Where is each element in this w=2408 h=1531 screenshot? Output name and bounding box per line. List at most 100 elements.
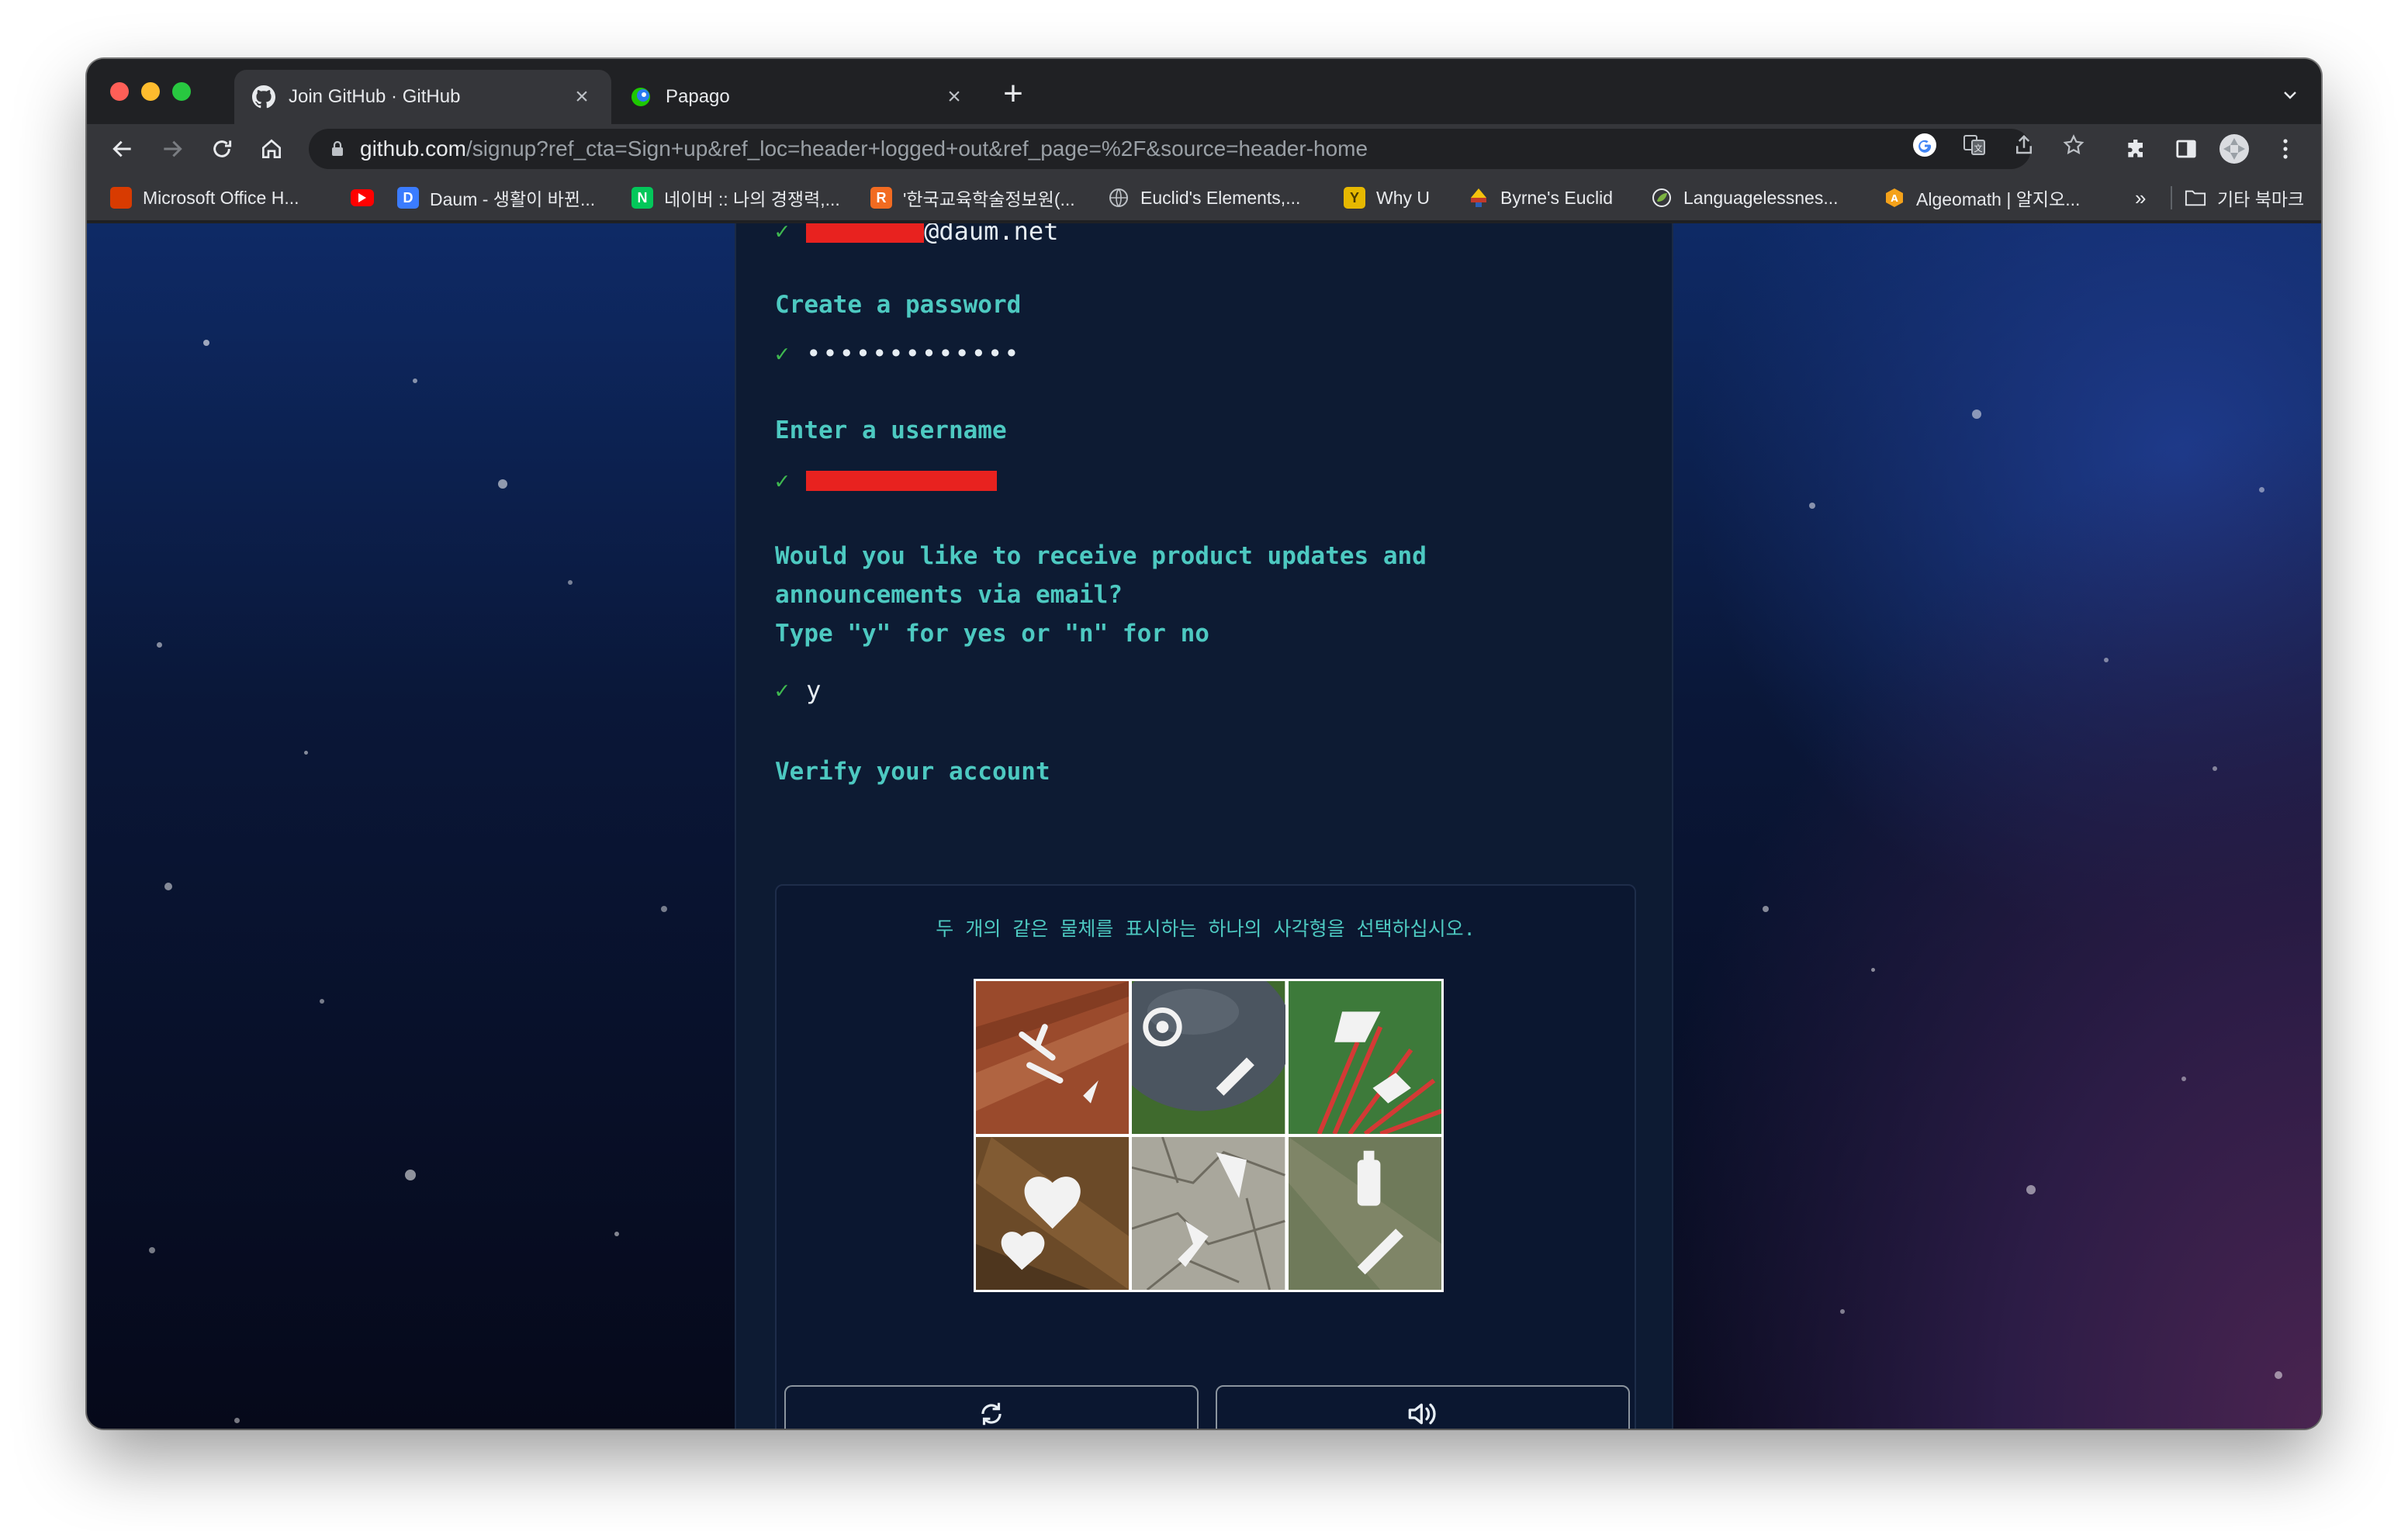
svg-text:A: A [1891, 193, 1898, 204]
captcha-cell-5[interactable] [1132, 1137, 1285, 1290]
check-icon: ✓ [775, 340, 790, 368]
address-bar[interactable]: github.com/signup?ref_cta=Sign+up&ref_lo… [309, 129, 2031, 169]
bookmark-microsoft-office[interactable]: Microsoft Office H... [110, 185, 299, 211]
home-button[interactable] [256, 133, 287, 164]
papago-icon [628, 85, 653, 109]
bookmark-byrnes-euclid[interactable]: Byrne's Euclid [1468, 185, 1613, 211]
bookmark-label: Languagelessnes... [1683, 187, 1839, 208]
minimize-window-button[interactable] [141, 82, 160, 101]
byrne-icon [1468, 187, 1489, 209]
bookmark-languagelessness[interactable]: Languagelessnes... [1651, 185, 1839, 211]
redacted-block [806, 471, 998, 491]
captcha-widget: 두 개의 같은 물체를 표시하는 하나의 사각형을 선택하십시오. [775, 884, 1636, 1429]
captcha-cell-1[interactable] [976, 981, 1130, 1134]
star-dot [2181, 1077, 2186, 1081]
globe-icon [1108, 187, 1130, 209]
zoom-window-button[interactable] [172, 82, 191, 101]
updates-label-line-1: Would you like to receive product update… [775, 542, 1427, 570]
star-dot [2026, 1185, 2036, 1194]
bookmark-star-icon[interactable] [2060, 132, 2087, 158]
verify-label: Verify your account [775, 758, 1050, 786]
updates-label-line-2: announcements via email? [775, 581, 1123, 609]
github-icon [251, 85, 276, 109]
captcha-cell-2[interactable] [1132, 981, 1285, 1134]
refresh-icon [977, 1399, 1006, 1429]
star-dot [2259, 487, 2264, 492]
menu-kebab-icon[interactable] [2270, 133, 2301, 164]
tab-bar: Join GitHub · GitHub × Papago × + [87, 59, 2321, 124]
extensions-puzzle-icon[interactable] [2121, 133, 2152, 164]
page-content: ✓ @daum.net Create a password ✓ ••••••••… [87, 223, 2321, 1429]
bookmark-youtube[interactable] [351, 185, 385, 211]
star-dot [304, 751, 308, 755]
bookmark-label: Algeomath | 알지오... [1916, 189, 2081, 209]
star-dot [234, 1418, 240, 1423]
bookmark-riss[interactable]: R '한국교육학술정보원(... [870, 185, 1075, 211]
bookmark-why-u[interactable]: Y Why U [1344, 185, 1430, 211]
leaf-icon [1651, 187, 1673, 209]
close-tab-icon[interactable]: × [942, 84, 967, 110]
youtube-icon [351, 189, 374, 206]
tab-title: Join GitHub · GitHub [289, 86, 461, 107]
signup-panel: ✓ @daum.net Create a password ✓ ••••••••… [735, 223, 1673, 1429]
bookmark-naver[interactable]: N 네이버 :: 나의 경쟁력,... [631, 185, 840, 211]
star-dot [661, 906, 667, 912]
other-bookmarks-folder[interactable]: 기타 북마크 [2185, 185, 2304, 211]
forward-button[interactable] [157, 133, 188, 164]
star-dot [2275, 1371, 2282, 1379]
bookmark-label: 네이버 :: 나의 경쟁력,... [664, 189, 840, 209]
tab-join-github[interactable]: Join GitHub · GitHub × [234, 70, 611, 124]
captcha-audio-button[interactable] [1216, 1385, 1630, 1429]
close-tab-icon[interactable]: × [569, 84, 594, 110]
browser-window: Join GitHub · GitHub × Papago × + github… [87, 59, 2321, 1429]
address-url[interactable]: github.com/signup?ref_cta=Sign+up&ref_lo… [360, 137, 1368, 161]
bookmarks-bar: Microsoft Office H... D Daum - 생활이 바뀐...… [87, 174, 2321, 222]
star-dot [498, 479, 507, 489]
redacted-block [806, 223, 925, 243]
folder-icon [2185, 187, 2206, 209]
email-value: @daum.net [924, 223, 1059, 246]
lock-icon[interactable] [326, 137, 349, 161]
back-button[interactable] [107, 133, 138, 164]
tab-papago[interactable]: Papago × [611, 70, 984, 124]
email-answer: ✓ @daum.net [775, 223, 1058, 248]
username-label: Enter a username [775, 416, 1007, 444]
password-label: Create a password [775, 291, 1022, 319]
username-answer[interactable]: ✓ [775, 464, 998, 498]
side-panel-icon[interactable] [2171, 133, 2202, 164]
star-dot [1972, 410, 1981, 419]
url-host: github.com [360, 137, 466, 161]
star-dot [568, 580, 573, 585]
more-bookmarks-button[interactable]: » [2135, 185, 2146, 211]
speaker-icon [1406, 1398, 1440, 1429]
bookmarks-divider [2171, 186, 2172, 209]
close-window-button[interactable] [110, 82, 129, 101]
password-value: ••••••••••••• [806, 339, 1021, 368]
whyu-icon: Y [1344, 187, 1365, 209]
share-icon[interactable] [2011, 132, 2037, 158]
translate-icon[interactable]: 文 [1961, 132, 1988, 158]
captcha-cell-6[interactable] [1288, 1137, 1441, 1290]
bookmark-algeomath[interactable]: A Algeomath | 알지오... [1884, 185, 2080, 211]
naver-icon: N [631, 187, 653, 209]
star-dot [320, 999, 324, 1004]
bookmark-euclids-elements[interactable]: Euclid's Elements,... [1108, 185, 1300, 211]
star-dot [614, 1232, 619, 1236]
captcha-cell-4[interactable] [976, 1137, 1130, 1290]
star-dot [413, 378, 417, 383]
reload-button[interactable] [206, 133, 237, 164]
password-answer[interactable]: ✓ ••••••••••••• [775, 337, 1021, 371]
star-dot [405, 1170, 416, 1180]
tab-search-chevron-icon[interactable] [2276, 81, 2304, 109]
captcha-cell-3[interactable] [1288, 981, 1441, 1134]
new-tab-button[interactable]: + [995, 76, 1032, 113]
updates-answer[interactable]: ✓ y [775, 673, 821, 707]
toolbar: github.com/signup?ref_cta=Sign+up&ref_lo… [87, 124, 2321, 174]
google-icon[interactable] [1912, 132, 1938, 158]
bookmark-label: '한국교육학술정보원(... [903, 189, 1075, 209]
profile-avatar-icon[interactable] [2219, 133, 2250, 164]
riss-icon: R [870, 187, 892, 209]
captcha-grid [974, 979, 1444, 1292]
captcha-refresh-button[interactable] [784, 1385, 1199, 1429]
bookmark-daum[interactable]: D Daum - 생활이 바뀐... [397, 185, 595, 211]
